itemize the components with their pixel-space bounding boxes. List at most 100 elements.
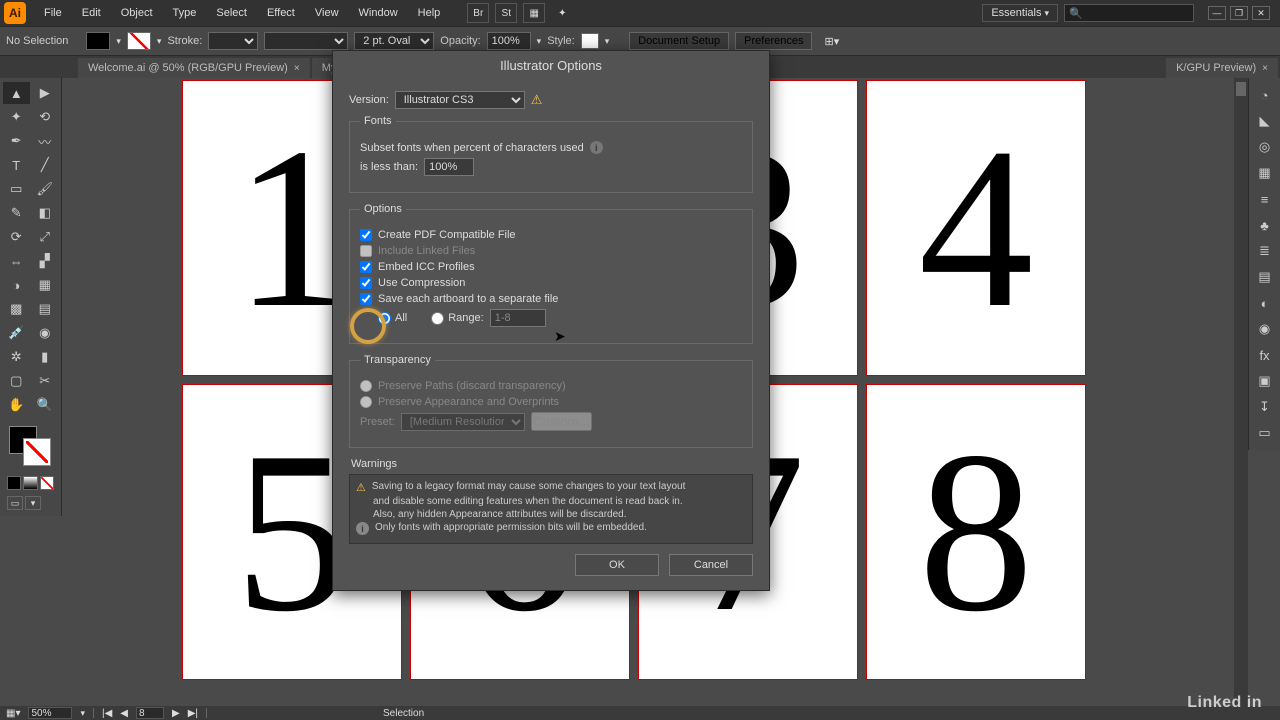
subset-percent-input[interactable] xyxy=(424,158,474,176)
panel-transparency-icon[interactable]: ◐ xyxy=(1253,292,1276,314)
menu-select[interactable]: Select xyxy=(206,3,257,23)
cancel-button[interactable]: Cancel xyxy=(669,554,753,576)
selection-tool[interactable]: ▲ xyxy=(3,82,30,104)
window-restore[interactable]: ❐ xyxy=(1230,6,1248,20)
tab-welcome[interactable]: Welcome.ai @ 50% (RGB/GPU Preview)× xyxy=(78,58,310,78)
menu-window[interactable]: Window xyxy=(349,3,408,23)
hand-tool[interactable]: ✋ xyxy=(3,394,30,416)
artboard-4[interactable]: 4 xyxy=(866,80,1086,376)
panel-color-icon[interactable]: ◣ xyxy=(1253,110,1276,132)
panel-stroke-icon[interactable]: ≣ xyxy=(1253,240,1276,262)
panel-properties-icon[interactable]: ◔ xyxy=(1253,84,1276,106)
bridge-icon[interactable]: Br xyxy=(467,3,489,23)
menu-file[interactable]: File xyxy=(34,3,72,23)
slice-tool[interactable]: ✂ xyxy=(32,370,59,392)
panel-artboards-icon[interactable]: ▭ xyxy=(1253,422,1276,444)
menu-help[interactable]: Help xyxy=(408,3,451,23)
help-search[interactable]: 🔍 xyxy=(1064,4,1194,22)
zoom-tool[interactable]: 🔍 xyxy=(32,394,59,416)
width-tool[interactable]: ⇔ xyxy=(3,250,30,272)
feedback-icon[interactable]: ✦ xyxy=(551,3,573,23)
menu-effect[interactable]: Effect xyxy=(257,3,305,23)
pen-tool[interactable]: ✒ xyxy=(3,130,30,152)
panel-appearance-icon[interactable]: ◉ xyxy=(1253,318,1276,340)
graphic-style-swatch[interactable] xyxy=(581,33,599,49)
shaper-tool[interactable]: ✎ xyxy=(3,202,30,224)
close-icon[interactable]: × xyxy=(294,63,300,74)
vertical-scrollbar[interactable] xyxy=(1234,78,1248,706)
embed-icc-checkbox[interactable]: Embed ICC Profiles xyxy=(360,261,742,273)
menu-edit[interactable]: Edit xyxy=(72,3,111,23)
color-mode-row[interactable] xyxy=(3,474,58,492)
zoom-input[interactable] xyxy=(28,707,72,719)
close-icon[interactable]: × xyxy=(1262,63,1268,74)
window-minimize[interactable]: — xyxy=(1208,6,1226,20)
graph-tool[interactable]: ▮ xyxy=(32,346,59,368)
panel-graphicstyles-icon[interactable]: fx xyxy=(1253,344,1276,366)
preferences-button[interactable]: Preferences xyxy=(735,32,812,50)
create-pdf-checkbox[interactable]: Create PDF Compatible File xyxy=(360,229,742,241)
artboard-last-icon[interactable]: ▶| xyxy=(188,708,198,719)
use-compression-checkbox[interactable]: Use Compression xyxy=(360,277,742,289)
range-radio[interactable]: Range: xyxy=(431,312,483,325)
panel-layers-icon[interactable]: ▣ xyxy=(1253,370,1276,392)
menu-object[interactable]: Object xyxy=(111,3,163,23)
arrange-icon[interactable]: ▦ xyxy=(523,3,545,23)
panel-assetexport-icon[interactable]: ↧ xyxy=(1253,396,1276,418)
panel-gradient-icon[interactable]: ▤ xyxy=(1253,266,1276,288)
panel-swatches-icon[interactable]: ▦ xyxy=(1253,162,1276,184)
type-tool[interactable]: T xyxy=(3,154,30,176)
document-setup-button[interactable]: Document Setup xyxy=(629,32,729,50)
perspective-tool[interactable]: ▦ xyxy=(32,274,59,296)
fill-stroke-swatch[interactable] xyxy=(3,422,58,472)
free-transform-tool[interactable]: ▞ xyxy=(32,250,59,272)
rotate-tool[interactable]: ⟳ xyxy=(3,226,30,248)
shape-builder-tool[interactable]: ◑ xyxy=(3,274,30,296)
stock-icon[interactable]: St xyxy=(495,3,517,23)
magic-wand-tool[interactable]: ✦ xyxy=(3,106,30,128)
tab-doc3[interactable]: K/GPU Preview)× xyxy=(1166,58,1278,78)
warnings-box[interactable]: ⚠Saving to a legacy format may cause som… xyxy=(349,474,753,544)
screen-mode-row[interactable]: ▭▾ xyxy=(3,494,58,512)
brush-def[interactable]: 2 pt. Oval xyxy=(354,32,434,50)
artboard-8[interactable]: 8 xyxy=(866,384,1086,680)
range-all-radio[interactable]: All xyxy=(378,312,407,325)
artboard-tool[interactable]: ▢ xyxy=(3,370,30,392)
panel-colorguide-icon[interactable]: ◎ xyxy=(1253,136,1276,158)
workspace-switcher[interactable]: Essentials xyxy=(982,4,1058,22)
mesh-tool[interactable]: ▩ xyxy=(3,298,30,320)
curvature-tool[interactable]: 〰 xyxy=(32,130,59,152)
paintbrush-tool[interactable]: 🖌 xyxy=(32,178,59,200)
blend-tool[interactable]: ◉ xyxy=(32,322,59,344)
artboard-next-icon[interactable]: ▶ xyxy=(172,708,180,719)
info-icon[interactable]: i xyxy=(590,141,603,154)
artboard-number-input[interactable] xyxy=(136,707,164,719)
menu-view[interactable]: View xyxy=(305,3,349,23)
stroke-swatch[interactable] xyxy=(127,32,151,50)
stroke-profile[interactable] xyxy=(264,32,348,50)
line-tool[interactable]: ╱ xyxy=(32,154,59,176)
window-close[interactable]: ✕ xyxy=(1252,6,1270,20)
save-each-artboard-checkbox[interactable]: Save each artboard to a separate file xyxy=(360,293,742,305)
range-input[interactable] xyxy=(490,309,546,327)
stroke-weight-empty[interactable] xyxy=(208,32,258,50)
lasso-tool[interactable]: ⟲ xyxy=(32,106,59,128)
artboard-first-icon[interactable]: |◀ xyxy=(102,708,112,719)
eraser-tool[interactable]: ◧ xyxy=(32,202,59,224)
fill-swatch[interactable] xyxy=(86,32,110,50)
opacity-input[interactable] xyxy=(487,32,531,50)
rectangle-tool[interactable]: ▭ xyxy=(3,178,30,200)
scale-tool[interactable]: ⤢ xyxy=(32,226,59,248)
panel-symbols-icon[interactable]: ♣ xyxy=(1253,214,1276,236)
menu-type[interactable]: Type xyxy=(163,3,207,23)
panel-brushes-icon[interactable]: ≡ xyxy=(1253,188,1276,210)
direct-selection-tool[interactable]: ▶ xyxy=(32,82,59,104)
ok-button[interactable]: OK xyxy=(575,554,659,576)
eyedropper-tool[interactable]: 💉 xyxy=(3,322,30,344)
version-select[interactable]: Illustrator CS3 xyxy=(395,91,525,109)
gradient-tool[interactable]: ▤ xyxy=(32,298,59,320)
nav-icon[interactable]: ▦▾ xyxy=(6,708,20,719)
artboard-prev-icon[interactable]: ◀ xyxy=(120,708,128,719)
align-icon[interactable]: ⊞▾ xyxy=(824,35,839,48)
symbol-sprayer-tool[interactable]: ✲ xyxy=(3,346,30,368)
